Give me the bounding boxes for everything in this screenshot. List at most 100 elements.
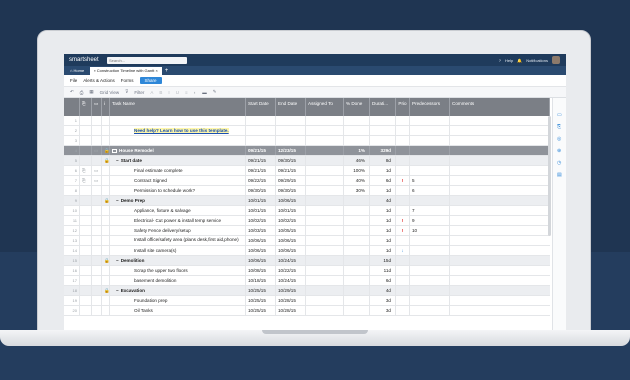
priority-cell[interactable]: ↓ [396,246,410,255]
align-icon[interactable]: ≡ [185,90,188,95]
task-name-cell[interactable]: Foundation prep [110,296,246,305]
attachment-cell[interactable]: ⎘ [80,166,92,175]
attachment-cell[interactable] [80,156,92,165]
end-date-cell[interactable]: 10/22/15 [276,266,306,275]
assigned-to-cell[interactable] [306,186,344,195]
assigned-to-cell[interactable] [306,266,344,275]
underline-icon[interactable]: U [176,90,179,95]
assigned-to-cell[interactable] [306,226,344,235]
comments-cell[interactable] [450,166,550,175]
attachment-cell[interactable] [80,186,92,195]
predecessors-cell[interactable]: 9 [410,216,450,225]
pct-done-cell[interactable] [344,226,370,235]
comment-cell[interactable]: ▭ [92,166,102,175]
task-name-cell[interactable]: Install office/safety area (plans desk,f… [110,236,246,245]
task-name-cell[interactable]: − Demo Prep [110,196,246,205]
pct-done-cell[interactable] [344,266,370,275]
assigned-to-cell[interactable] [306,116,344,125]
bold-icon[interactable]: B [159,90,162,95]
comments-cell[interactable] [450,216,550,225]
attachment-cell[interactable] [80,146,92,155]
tab-home[interactable]: ⌂ Home [66,67,88,75]
priority-cell[interactable] [396,136,410,145]
predecessors-cell[interactable] [410,246,450,255]
assigned-to-cell[interactable] [306,156,344,165]
start-date-cell[interactable]: 10/25/15 [246,286,276,295]
attachment-cell[interactable] [80,306,92,315]
bell-icon[interactable]: 🔔 [517,58,522,63]
comments-cell[interactable] [450,266,550,275]
header-duration[interactable]: Durati... [370,98,396,116]
attachment-cell[interactable] [80,286,92,295]
comment-cell[interactable] [92,216,102,225]
start-date-cell[interactable] [246,126,276,135]
table-row[interactable]: 1 [64,116,550,126]
pct-done-cell[interactable] [344,236,370,245]
table-row[interactable]: 6 ⎘ ▭ Final estimate complete 09/21/15 09/21/… [64,166,550,176]
task-name-cell[interactable]: Install site camera(s) [110,246,246,255]
end-date-cell[interactable]: 10/06/15 [276,196,306,205]
attachment-cell[interactable] [80,256,92,265]
comment-cell[interactable]: ▭ [92,176,102,185]
menu-alerts[interactable]: Alerts & Actions [83,78,115,83]
comment-cell[interactable] [92,116,102,125]
start-date-cell[interactable]: 10/18/15 [246,276,276,285]
end-date-cell[interactable]: 10/05/15 [276,226,306,235]
header-task-name[interactable]: Task Name [110,98,246,116]
close-icon[interactable]: × [154,68,157,73]
duration-cell[interactable]: 4d [370,286,396,295]
comment-icon[interactable]: ▭ [94,148,98,153]
pct-done-cell[interactable] [344,206,370,215]
end-date-cell[interactable]: 10/28/15 [276,296,306,305]
pct-done-cell[interactable] [344,136,370,145]
assigned-to-cell[interactable] [306,206,344,215]
priority-cell[interactable] [396,156,410,165]
duration-cell[interactable]: 1d [370,166,396,175]
duration-cell[interactable] [370,126,396,135]
task-name-cell[interactable]: Need help? Learn how to use this templat… [110,126,246,135]
assigned-to-cell[interactable] [306,126,344,135]
end-date-cell[interactable]: 10/02/15 [276,216,306,225]
duration-cell[interactable]: 3d [370,296,396,305]
end-date-cell[interactable] [276,136,306,145]
pct-done-cell[interactable] [344,296,370,305]
duration-cell[interactable]: 1d [370,236,396,245]
duration-cell[interactable]: 3d [370,306,396,315]
print-icon[interactable]: ⎙ [80,90,84,95]
task-name-cell[interactable] [110,116,246,125]
pct-done-cell[interactable] [344,216,370,225]
vertical-scrollbar[interactable] [548,116,551,236]
priority-cell[interactable] [396,116,410,125]
italic-icon[interactable]: I [168,90,169,95]
pct-done-cell[interactable] [344,196,370,205]
start-date-cell[interactable]: 10/06/15 [246,256,276,265]
table-row[interactable]: 11 Electrical- Cut power & install temp s… [64,216,550,226]
comment-cell[interactable] [92,206,102,215]
publish-panel-icon[interactable]: ⊕ [557,148,561,154]
attachment-cell[interactable] [80,246,92,255]
comments-cell[interactable] [450,136,550,145]
end-date-cell[interactable]: 09/30/15 [276,156,306,165]
assigned-to-cell[interactable] [306,306,344,315]
duration-cell[interactable]: 11d [370,266,396,275]
attachment-cell[interactable] [80,266,92,275]
grid-view-button[interactable]: Grid View [100,90,119,95]
assigned-to-cell[interactable] [306,166,344,175]
assigned-to-cell[interactable] [306,146,344,155]
duration-cell[interactable] [370,116,396,125]
predecessors-cell[interactable] [410,126,450,135]
assigned-to-cell[interactable] [306,286,344,295]
predecessors-cell[interactable] [410,196,450,205]
priority-cell[interactable]: ! [396,226,410,235]
comment-cell[interactable] [92,266,102,275]
comments-cell[interactable] [450,236,550,245]
start-date-cell[interactable]: 10/01/15 [246,196,276,205]
start-date-cell[interactable]: 10/03/15 [246,226,276,235]
priority-cell[interactable]: ! [396,176,410,185]
comment-cell[interactable] [92,186,102,195]
comments-cell[interactable] [450,276,550,285]
task-name-cell[interactable] [110,136,246,145]
attachment-cell[interactable] [80,236,92,245]
priority-cell[interactable] [396,166,410,175]
comment-cell[interactable] [92,126,102,135]
